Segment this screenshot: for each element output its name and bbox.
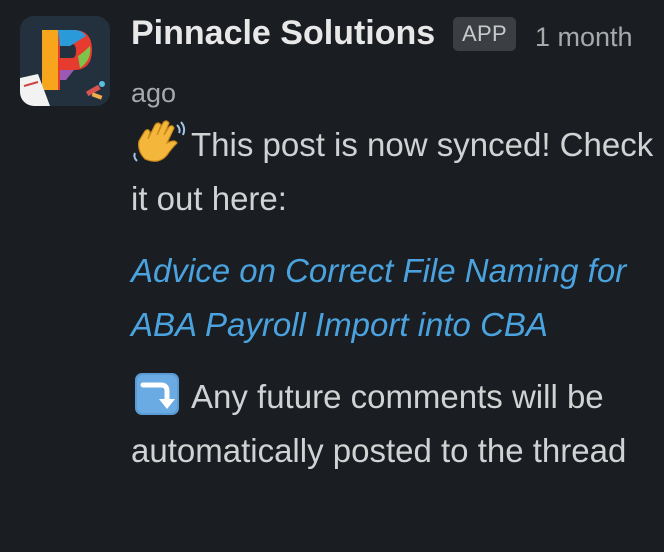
link-paragraph: Advice on Correct File Naming for ABA Pa… bbox=[131, 244, 661, 352]
sync-notice: This post is now synced! Check it out he… bbox=[131, 118, 661, 226]
future-comments-notice: Any future comments will be automaticall… bbox=[131, 370, 661, 478]
pinnacle-logo-icon bbox=[20, 16, 110, 106]
app-avatar[interactable] bbox=[20, 16, 110, 106]
post-link[interactable]: Advice on Correct File Naming for ABA Pa… bbox=[131, 252, 626, 343]
arrow-curving-down-icon bbox=[131, 371, 187, 417]
app-badge: APP bbox=[453, 17, 516, 51]
sender-name[interactable]: Pinnacle Solutions bbox=[131, 14, 435, 53]
message-body: This post is now synced! Check it out he… bbox=[131, 118, 661, 478]
sync-notice-text: This post is now synced! Check it out he… bbox=[131, 126, 654, 217]
chat-message: Pinnacle Solutions APP 1 month ago This … bbox=[0, 0, 664, 552]
timestamp[interactable]: 1 month bbox=[535, 22, 633, 53]
future-comments-text: Any future comments will be automaticall… bbox=[131, 378, 627, 469]
timestamp-continuation[interactable]: ago bbox=[131, 78, 176, 109]
waving-hand-icon bbox=[131, 119, 187, 165]
